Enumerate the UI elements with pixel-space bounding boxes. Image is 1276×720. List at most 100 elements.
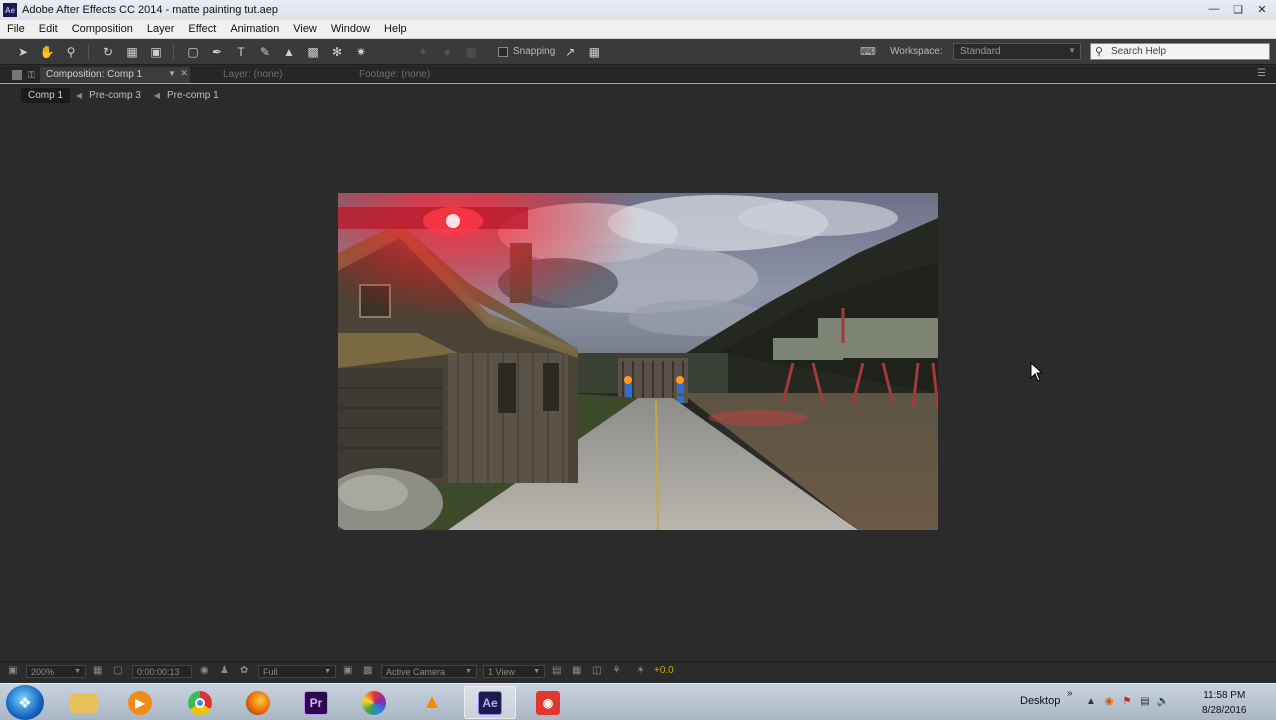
show-snapshot-icon[interactable]: ♟: [220, 665, 229, 676]
tab-footage[interactable]: Footage: (none): [359, 69, 430, 80]
media-player-icon: ▶: [128, 690, 152, 715]
show-hidden-icons-icon[interactable]: ▲: [1085, 695, 1097, 707]
axis-view-icon: ▦: [465, 44, 477, 59]
puppet-tool-icon[interactable]: ✷: [350, 41, 372, 63]
chevron-down-icon: ▼: [74, 668, 81, 675]
clock-date: 8/28/2016: [1202, 705, 1247, 716]
breadcrumb-comp-1[interactable]: Comp 1: [21, 87, 71, 103]
clock-time: 11:58 PM: [1203, 690, 1246, 701]
chevron-right-icon[interactable]: »: [1067, 688, 1073, 699]
eraser-tool-icon[interactable]: ▩: [302, 41, 324, 63]
panel-grip-icon[interactable]: [12, 69, 22, 80]
mask-visibility-icon[interactable]: ▢: [113, 665, 122, 676]
taskbar-premiere-pro[interactable]: Pr: [290, 686, 342, 719]
menu-view[interactable]: View: [286, 23, 324, 35]
search-icon: ⚲: [1095, 46, 1104, 58]
resolution-value: Full: [263, 666, 278, 677]
taskbar-vlc[interactable]: ▲: [406, 686, 458, 719]
composition-tab-label: Composition: Comp 1: [46, 69, 143, 80]
network-icon[interactable]: ▤: [1139, 695, 1151, 707]
keyboard-shortcut-icon[interactable]: ⌨: [860, 45, 876, 58]
rotate-tool-icon[interactable]: ↻: [97, 41, 119, 63]
tools-toolbar: ➤ ✋ ⚲ ↻ ▦ ▣ ▢ ✒ T ✎ ▲ ▩ ✻ ✷ ✦ ● ▦ Snappi…: [0, 39, 1276, 65]
snapping-checkbox[interactable]: [498, 46, 508, 57]
clone-stamp-tool-icon[interactable]: ▲: [278, 41, 300, 63]
always-preview-icon[interactable]: ▣: [8, 665, 17, 676]
taskbar-swirl-app[interactable]: [348, 686, 400, 719]
minimize-button[interactable]: —: [1204, 1, 1224, 17]
maximize-button[interactable]: ❏: [1228, 1, 1248, 17]
resolution-select[interactable]: Full ▼: [258, 665, 336, 678]
snap-feather-icon[interactable]: ↗: [559, 41, 581, 63]
workspace-select[interactable]: Standard ▼: [953, 43, 1081, 60]
mouse-cursor-icon: [1030, 362, 1044, 382]
panel-menu-icon[interactable]: ☰: [1257, 68, 1266, 79]
safe-margins-icon[interactable]: ▦: [93, 665, 102, 676]
close-button[interactable]: ✕: [1252, 1, 1272, 17]
windows-taskbar: ❖ ▶ Pr ▲ Ae ◉ Desktop » ▲ ◉ ⚑ ▤ 🔈 11:58 …: [0, 683, 1276, 720]
tray-flag-icon[interactable]: ⚑: [1121, 695, 1133, 707]
breadcrumb-pre-comp-3[interactable]: Pre-comp 3: [82, 88, 148, 103]
tab-layer[interactable]: Layer: (none): [223, 69, 282, 80]
roto-brush-tool-icon[interactable]: ✻: [326, 41, 348, 63]
menu-composition[interactable]: Composition: [65, 23, 140, 35]
menu-layer[interactable]: Layer: [140, 23, 182, 35]
search-help-input[interactable]: ⚲ Search Help: [1090, 43, 1270, 60]
hand-tool-icon[interactable]: ✋: [36, 41, 58, 63]
workspace-value: Standard: [960, 46, 1001, 57]
search-placeholder: Search Help: [1111, 46, 1167, 57]
exposure-value[interactable]: +0.0: [654, 665, 674, 676]
system-clock[interactable]: 11:58 PM 8/28/2016: [1202, 688, 1247, 718]
lock-icon[interactable]: ⚿: [28, 70, 36, 80]
channel-icon[interactable]: ✿: [240, 665, 248, 676]
pen-tool-icon[interactable]: ✒: [206, 41, 228, 63]
menu-edit[interactable]: Edit: [32, 23, 65, 35]
region-of-interest-icon[interactable]: ▣: [343, 665, 352, 676]
menu-animation[interactable]: Animation: [223, 23, 286, 35]
tray-app-icon[interactable]: ◉: [1103, 695, 1115, 707]
selection-tool-icon[interactable]: ➤: [12, 41, 34, 63]
current-time-field[interactable]: 0:00:00:13: [132, 665, 192, 678]
menu-help[interactable]: Help: [377, 23, 414, 35]
viewer-panel-header: ⚿ Composition: Comp 1 ▼ ✕ Layer: (none) …: [0, 66, 1276, 84]
pan-behind-tool-icon[interactable]: ▣: [145, 41, 167, 63]
menu-window[interactable]: Window: [324, 23, 377, 35]
brush-tool-icon[interactable]: ✎: [254, 41, 276, 63]
rectangle-tool-icon[interactable]: ▢: [182, 41, 204, 63]
taskbar-media-player[interactable]: ▶: [114, 686, 166, 719]
chevron-down-icon: ▼: [1068, 46, 1076, 55]
camera-select[interactable]: Active Camera ▼: [381, 665, 477, 678]
toggle-pixel-aspect-icon[interactable]: ▤: [552, 665, 561, 676]
type-tool-icon[interactable]: T: [230, 41, 252, 63]
snapshot-icon[interactable]: ◉: [200, 665, 209, 676]
taskbar-after-effects[interactable]: Ae: [464, 686, 516, 719]
start-button[interactable]: ❖: [6, 685, 44, 720]
after-effects-icon: Ae: [478, 690, 502, 715]
timeline-icon[interactable]: ◫: [592, 665, 601, 676]
zoom-tool-icon[interactable]: ⚲: [60, 41, 82, 63]
taskbar-chrome[interactable]: [174, 686, 226, 719]
magnification-select[interactable]: 200% ▼: [26, 665, 86, 678]
chrome-icon: [188, 690, 212, 715]
transparency-grid-icon[interactable]: ▩: [363, 665, 372, 676]
chevron-down-icon: ▼: [465, 668, 472, 675]
breadcrumb-pre-comp-1[interactable]: Pre-comp 1: [160, 88, 226, 103]
menu-effect[interactable]: Effect: [181, 23, 223, 35]
camera-tool-icon[interactable]: ▦: [121, 41, 143, 63]
taskbar-recorder[interactable]: ◉: [522, 686, 574, 719]
snap-target-icon[interactable]: ▦: [583, 41, 605, 63]
desktop-toolbar-label[interactable]: Desktop: [1020, 695, 1060, 707]
taskbar-firefox[interactable]: [232, 686, 284, 719]
menu-file[interactable]: File: [0, 23, 32, 35]
camera-value: Active Camera: [386, 666, 446, 677]
chevron-down-icon[interactable]: ▼: [168, 69, 176, 78]
exposure-reset-icon[interactable]: ☀: [636, 665, 645, 676]
volume-icon[interactable]: 🔈: [1157, 695, 1169, 707]
close-tab-icon[interactable]: ✕: [180, 68, 188, 79]
tab-composition[interactable]: Composition: Comp 1 ▼ ✕: [40, 67, 190, 83]
view-layout-select[interactable]: 1 View ▼: [483, 665, 545, 678]
flowchart-icon[interactable]: ⚘: [612, 665, 621, 676]
composition-frame[interactable]: [338, 193, 938, 530]
taskbar-file-explorer[interactable]: [58, 686, 110, 719]
fast-previews-icon[interactable]: ▦: [572, 665, 581, 676]
